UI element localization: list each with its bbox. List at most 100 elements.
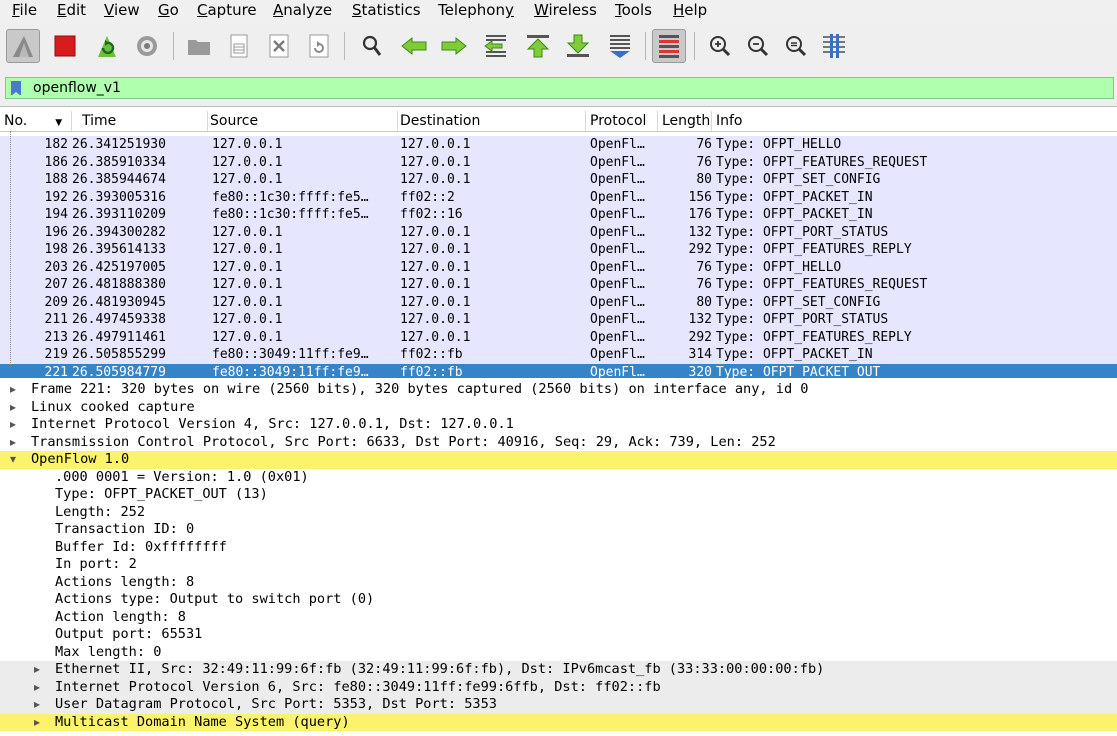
detail-tree-item[interactable]: Output port: 65531 [0,626,1117,644]
menu-item[interactable]: Wireless [534,0,597,22]
packet-details-pane: ▸ Frame 221: 320 bytes on wire (2560 bits… [0,378,1117,736]
packet-row[interactable]: 219 26.505855299 fe80::3049:11ff:fe9… ff02:… [0,346,1117,364]
expanded-arrow-icon[interactable]: ▾ [7,451,19,469]
go-back-icon[interactable] [397,29,431,63]
detail-tree-item[interactable]: .000 0001 = Version: 1.0 (0x01) [0,469,1117,487]
detail-text: Internet Protocol Version 6, Src: fe80::… [55,678,661,695]
collapsed-arrow-icon[interactable]: ▸ [31,661,43,679]
column-header-source[interactable]: Source [206,111,398,131]
collapsed-arrow-icon[interactable]: ▸ [31,714,43,732]
last-packet-icon[interactable] [561,29,595,63]
collapsed-arrow-icon[interactable]: ▸ [7,434,19,452]
normal-size-icon[interactable] [779,29,813,63]
packet-row[interactable]: 186 26.385910334 127.0.0.1 127.0.0.1 OpenFl…… [0,153,1117,171]
menu-item[interactable]: Help [673,0,707,22]
detail-tree-item[interactable]: Action length: 8 [0,609,1117,627]
close-file-icon[interactable] [262,29,296,63]
open-file-icon[interactable] [182,29,216,63]
packet-cell-len: 76 [696,137,712,152]
detail-tree-item[interactable]: ▸ Internet Protocol Version 6, Src: fe80:… [0,678,1117,697]
packet-cell-src: 127.0.0.1 [212,242,283,257]
packet-row[interactable]: 194 26.393110209 fe80::1c30:ffff:fe5… ff02:… [0,206,1117,224]
packet-cell-time: 26.385944674 [72,172,166,187]
menu-item[interactable]: File [12,0,37,22]
packet-cell-proto: OpenFl… [590,277,645,292]
detail-tree-item[interactable]: ▸ Frame 221: 320 bytes on wire (2560 bits… [0,381,1117,399]
packet-cell-src: 127.0.0.1 [212,154,283,170]
menu-item[interactable]: Statistics [352,0,421,22]
column-header-destination[interactable]: Destination [396,111,586,131]
packet-row[interactable]: 211 26.497459338 127.0.0.1 127.0.0.1 OpenFl…… [0,311,1117,329]
shark-fin-icon[interactable] [6,29,40,63]
packet-row[interactable]: 196 26.394300282 127.0.0.1 127.0.0.1 OpenFl…… [0,223,1117,241]
detail-tree-item[interactable]: Max length: 0 [0,644,1117,662]
reload-file-icon[interactable] [302,29,336,63]
detail-tree-item[interactable]: ▸ Multicast Domain Name System (query) [0,713,1117,732]
column-header-protocol[interactable]: Protocol [586,111,658,131]
menu-item[interactable]: View [104,0,140,22]
first-packet-icon[interactable] [521,29,555,63]
autoscroll-icon[interactable] [603,29,637,63]
zoom-in-icon[interactable] [703,29,737,63]
column-header-length[interactable]: Length [658,111,712,131]
packet-cell-len: 156 [688,189,712,205]
detail-tree-item[interactable]: In port: 2 [0,556,1117,574]
packet-row[interactable]: 213 26.497911461 127.0.0.1 127.0.0.1 OpenFl…… [0,328,1117,346]
detail-tree-item[interactable]: ▸ Transmission Control Protocol, Src Port… [0,434,1117,452]
find-packet-icon[interactable] [355,29,389,63]
detail-tree-item[interactable]: Transaction ID: 0 [0,521,1117,539]
packet-cell-dst: 127.0.0.1 [400,277,471,292]
colorize-icon[interactable] [652,29,686,63]
packet-row[interactable]: 192 26.393005316 fe80::1c30:ffff:fe5… ff02:… [0,188,1117,206]
go-to-packet-icon[interactable] [479,29,513,63]
detail-text: Ethernet II, Src: 32:49:11:99:6f:fb (32:… [55,661,825,677]
menu-item[interactable]: Telephony [438,0,514,22]
go-forward-icon[interactable] [437,29,471,63]
detail-tree-item[interactable]: ▸ Internet Protocol Version 4, Src: 127.0… [0,416,1117,434]
detail-tree-item[interactable]: Type: OFPT_PACKET_OUT (13) [0,486,1117,504]
packet-row[interactable]: 207 26.481888380 127.0.0.1 127.0.0.1 OpenFl…… [0,276,1117,294]
packet-row[interactable]: 209 26.481930945 127.0.0.1 127.0.0.1 OpenFl…… [0,293,1117,311]
column-header-info[interactable]: Info [712,111,1117,131]
restart-capture-icon[interactable] [90,29,124,63]
packet-row[interactable]: 182 26.341251930 127.0.0.1 127.0.0.1 OpenFl…… [0,136,1117,154]
packet-cell-time: 26.505855299 [72,347,166,362]
menu-item[interactable]: Tools [615,0,652,22]
column-header-destination-label: Destination [400,113,481,129]
packet-row[interactable]: 203 26.425197005 127.0.0.1 127.0.0.1 OpenFl…… [0,258,1117,276]
packet-cell-no: 209 [44,294,68,310]
capture-options-icon[interactable] [130,29,164,63]
menu-item[interactable]: Edit [57,0,86,22]
collapsed-arrow-icon[interactable]: ▸ [7,399,19,417]
detail-tree-item[interactable]: ▸ Ethernet II, Src: 32:49:11:99:6f:fb (32… [0,661,1117,679]
collapsed-arrow-icon[interactable]: ▸ [7,381,19,399]
column-header-time[interactable]: Time [78,111,208,131]
bookmark-icon[interactable] [11,81,21,96]
packet-cell-len: 76 [696,259,712,275]
detail-tree-item[interactable]: ▸ User Datagram Protocol, Src Port: 5353,… [0,696,1117,714]
menu-item[interactable]: Capture [197,0,257,22]
save-file-icon[interactable] [222,29,256,63]
detail-tree-item[interactable]: Actions type: Output to switch port (0) [0,591,1117,609]
packet-cell-len: 176 [688,207,712,222]
stop-capture-icon[interactable] [48,29,82,63]
menu-item[interactable]: Analyze [273,0,332,22]
detail-text: Multicast Domain Name System (query) [55,713,350,730]
resize-columns-icon[interactable] [817,29,851,63]
packet-row[interactable]: 198 26.395614133 127.0.0.1 127.0.0.1 OpenFl…… [0,241,1117,259]
packet-cell-src: 127.0.0.1 [212,294,283,310]
collapsed-arrow-icon[interactable]: ▸ [7,416,19,434]
detail-tree-item[interactable]: Length: 252 [0,504,1117,522]
detail-tree-item[interactable]: Actions length: 8 [0,574,1117,592]
collapsed-arrow-icon[interactable]: ▸ [31,696,43,714]
display-filter-input[interactable]: openflow_v1 [5,77,1114,99]
packet-cell-src: 127.0.0.1 [212,312,283,327]
zoom-out-icon[interactable] [741,29,775,63]
menu-item[interactable]: Go [158,0,179,22]
packet-cell-info: Type: OFPT_PACKET_IN [716,189,873,205]
collapsed-arrow-icon[interactable]: ▸ [31,679,43,697]
detail-tree-item[interactable]: Buffer Id: 0xffffffff [0,539,1117,557]
detail-tree-item[interactable]: ▾ OpenFlow 1.0 [0,451,1117,469]
detail-tree-item[interactable]: ▸ Linux cooked capture [0,399,1117,417]
packet-row[interactable]: 188 26.385944674 127.0.0.1 127.0.0.1 OpenFl…… [0,171,1117,189]
